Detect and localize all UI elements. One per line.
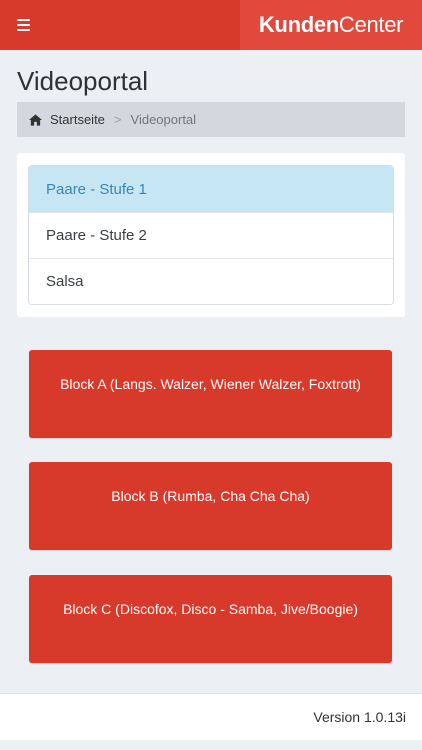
home-icon (29, 113, 42, 126)
course-item-paare-stufe-1[interactable]: Paare - Stufe 1 (29, 166, 393, 212)
course-list: Paare - Stufe 1 Paare - Stufe 2 Salsa (28, 165, 394, 305)
brand-name-bold: Kunden (258, 12, 339, 37)
block-a-button[interactable]: Block A (Langs. Walzer, Wiener Walzer, F… (29, 350, 392, 438)
brand-name-light: Center (338, 12, 404, 37)
page-title: Videoportal (17, 66, 149, 96)
footer: Version 1.0.13i (0, 693, 422, 740)
hamburger-icon[interactable] (0, 0, 46, 50)
breadcrumb-home-link[interactable]: Startseite (50, 112, 105, 127)
version-label: Version 1.0.13i (313, 709, 406, 725)
block-c-button[interactable]: Block C (Discofox, Disco - Samba, Jive/B… (29, 575, 392, 663)
block-b-button[interactable]: Block B (Rumba, Cha Cha Cha) (29, 462, 392, 550)
brand-logo: Kunden Center (240, 0, 422, 50)
breadcrumb-current: Videoportal (130, 112, 197, 127)
breadcrumb-separator: > (113, 112, 122, 127)
course-list-card: Paare - Stufe 1 Paare - Stufe 2 Salsa (17, 153, 405, 317)
course-item-paare-stufe-2[interactable]: Paare - Stufe 2 (29, 212, 393, 258)
course-item-salsa[interactable]: Salsa (29, 258, 393, 304)
breadcrumb: Startseite > Videoportal (17, 102, 405, 137)
top-navbar: Kunden Center (0, 0, 422, 50)
